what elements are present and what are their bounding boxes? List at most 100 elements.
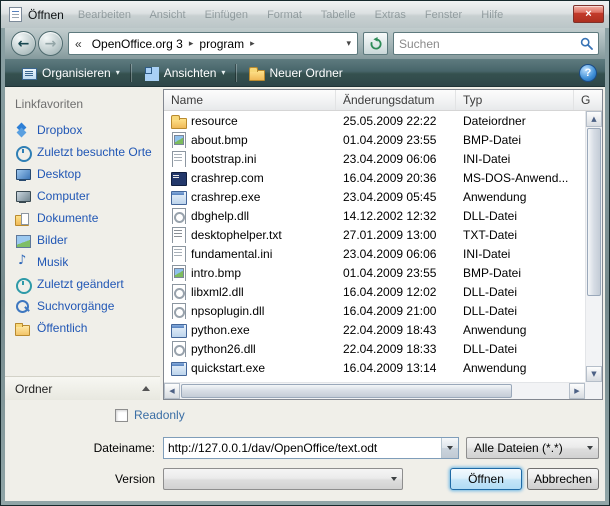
horizontal-scrollbar[interactable] — [164, 382, 585, 399]
close-icon: × — [585, 9, 591, 20]
file-row-about-bmp[interactable]: about.bmp 01.04.2009 23:55 BMP-Datei — [164, 130, 585, 149]
file-row-python26-dll[interactable]: python26.dll 22.04.2009 18:33 DLL-Datei — [164, 339, 585, 358]
search-input[interactable] — [399, 37, 580, 51]
dialog-footer: Readonly Dateiname: Alle Dateien (*.*) V… — [5, 400, 605, 501]
sidebar-item-musik[interactable]: Musik — [13, 251, 160, 273]
new-folder-button[interactable]: Neuer Ordner — [240, 62, 350, 84]
file-row-crashrep-exe[interactable]: crashrep.exe 23.04.2009 05:45 Anwendung — [164, 187, 585, 206]
file-row-intro-bmp[interactable]: intro.bmp 01.04.2009 23:55 BMP-Datei — [164, 263, 585, 282]
chevron-down-icon — [385, 469, 402, 489]
app-file-icon — [170, 189, 186, 205]
readonly-row: Readonly — [115, 408, 185, 422]
scrollbar-corner — [585, 382, 602, 399]
cancel-button[interactable]: Abbrechen — [527, 468, 599, 490]
scroll-up-icon[interactable] — [586, 111, 602, 127]
breadcrumb: « OpenOffice.org 3 ▸ program ▸ ▾ — [68, 32, 358, 55]
column-header-date[interactable]: Änderungsdatum — [336, 90, 456, 110]
vertical-scrollbar[interactable] — [585, 111, 602, 382]
toolbar-separator — [131, 64, 132, 82]
filename-combobox — [163, 437, 459, 459]
sidebar-item-dokumente[interactable]: Dokumente — [13, 207, 160, 229]
views-button[interactable]: Ansichten ▾ — [135, 62, 234, 84]
folder-icon — [170, 113, 186, 129]
sidebar-item-suchvorgänge[interactable]: Suchvorgänge — [13, 295, 160, 317]
column-header-size[interactable]: G — [574, 90, 602, 110]
breadcrumb-chevron-icon[interactable]: ▸ — [187, 39, 196, 49]
favorites-list: Dropbox Zuletzt besuchte Orte Desktop Co… — [13, 119, 160, 339]
sidebar-item-zuletzt-geändert[interactable]: Zuletzt geändert — [13, 273, 160, 295]
forward-button[interactable]: → — [38, 31, 63, 56]
file-row-python-exe[interactable]: python.exe 22.04.2009 18:43 Anwendung — [164, 320, 585, 339]
open-button[interactable]: Öffnen — [450, 468, 522, 490]
file-row-fundamental-ini[interactable]: fundamental.ini 23.04.2009 06:06 INI-Dat… — [164, 244, 585, 263]
search-icon — [580, 37, 593, 50]
titlebar[interactable]: Öffnen Bearbeiten Ansicht Einfügen Forma… — [1, 1, 609, 28]
organize-icon — [21, 65, 37, 81]
breadcrumb-dropdown-icon[interactable]: ▾ — [340, 39, 357, 49]
file-row-quickstart-exe[interactable]: quickstart.exe 16.04.2009 13:14 Anwendun… — [164, 358, 585, 377]
breadcrumb-segment-program[interactable]: program — [195, 37, 248, 51]
sidebar-item-zuletzt-besuchte-orte[interactable]: Zuletzt besuchte Orte — [13, 141, 160, 163]
breadcrumb-segment-openoffice[interactable]: OpenOffice.org 3 — [88, 37, 187, 51]
recently-changed-icon — [15, 277, 30, 292]
sidebar: Linkfavoriten Dropbox Zuletzt besuchte O… — [5, 87, 160, 400]
dos-file-icon — [170, 170, 186, 186]
readonly-label: Readonly — [134, 408, 185, 422]
file-row-libxml2-dll[interactable]: libxml2.dll 16.04.2009 12:02 DLL-Datei — [164, 282, 585, 301]
ini-file-icon — [170, 151, 186, 167]
file-row-desktophelper-txt[interactable]: desktophelper.txt 27.01.2009 13:00 TXT-D… — [164, 225, 585, 244]
dll-file-icon — [170, 208, 186, 224]
file-row-resource[interactable]: resource 25.05.2009 22:22 Dateiordner — [164, 111, 585, 130]
version-dropdown[interactable] — [163, 468, 403, 490]
refresh-button[interactable] — [363, 32, 388, 55]
sidebar-item-computer[interactable]: Computer — [13, 185, 160, 207]
scroll-left-icon[interactable] — [164, 383, 180, 399]
readonly-checkbox[interactable] — [115, 409, 128, 422]
horizontal-scrollbar-track[interactable] — [180, 383, 569, 399]
back-arrow-icon: ← — [18, 37, 30, 51]
ini-file-icon — [170, 246, 186, 262]
background-menu-ghost-text: Bearbeiten Ansicht Einfügen Format Tabel… — [78, 9, 563, 21]
sidebar-item-desktop[interactable]: Desktop — [13, 163, 160, 185]
main-content: Linkfavoriten Dropbox Zuletzt besuchte O… — [5, 87, 605, 400]
vertical-scrollbar-thumb[interactable] — [587, 128, 601, 296]
horizontal-scrollbar-thumb[interactable] — [181, 384, 512, 398]
column-headers: Name Änderungsdatum Typ G — [164, 90, 602, 111]
file-row-crashrep-com[interactable]: crashrep.com 16.04.2009 20:36 MS-DOS-Anw… — [164, 168, 585, 187]
recent-places-icon — [15, 145, 30, 160]
app-file-icon — [170, 322, 186, 338]
open-dialog-window: Öffnen Bearbeiten Ansicht Einfügen Forma… — [0, 0, 610, 506]
scroll-right-icon[interactable] — [569, 383, 585, 399]
filename-input[interactable] — [164, 438, 441, 458]
close-button[interactable]: × — [573, 5, 604, 23]
file-row-dbghelp-dll[interactable]: dbghelp.dll 14.12.2002 12:32 DLL-Datei — [164, 206, 585, 225]
filetype-dropdown[interactable]: Alle Dateien (*.*) — [466, 437, 599, 459]
app-file-icon — [170, 360, 186, 376]
sidebar-item-dropbox[interactable]: Dropbox — [13, 119, 160, 141]
organize-button[interactable]: Organisieren ▾ — [13, 62, 128, 84]
breadcrumb-overflow-chevron-icon[interactable]: « — [69, 37, 88, 51]
forward-arrow-icon: → — [45, 37, 57, 51]
dll-file-icon — [170, 284, 186, 300]
file-list: Name Änderungsdatum Typ G resource 25.05… — [163, 89, 603, 400]
chevron-down-icon: ▾ — [116, 69, 120, 77]
public-icon — [15, 321, 30, 336]
sidebar-item-öffentlich[interactable]: Öffentlich — [13, 317, 160, 339]
scroll-down-icon[interactable] — [586, 366, 602, 382]
sidebar-item-bilder[interactable]: Bilder — [13, 229, 160, 251]
column-header-type[interactable]: Typ — [456, 90, 574, 110]
command-toolbar: Organisieren ▾ Ansichten ▾ Neuer Ordner … — [5, 59, 605, 87]
file-row-npsoplugin-dll[interactable]: npsoplugin.dll 16.04.2009 21:00 DLL-Date… — [164, 301, 585, 320]
refresh-icon — [369, 37, 383, 51]
folders-expander[interactable]: Ordner — [5, 376, 160, 400]
back-button[interactable]: ← — [11, 31, 36, 56]
breadcrumb-chevron-icon[interactable]: ▸ — [248, 39, 257, 49]
filename-label: Dateiname: — [5, 441, 163, 455]
column-header-name[interactable]: Name — [164, 90, 336, 110]
file-row-bootstrap-ini[interactable]: bootstrap.ini 23.04.2009 06:06 INI-Datei — [164, 149, 585, 168]
searches-icon — [15, 299, 30, 314]
favorites-header: Linkfavoriten — [15, 97, 160, 111]
filename-dropdown-button[interactable] — [441, 438, 458, 458]
views-label: Ansichten — [164, 66, 217, 80]
help-button[interactable]: ? — [579, 64, 597, 82]
